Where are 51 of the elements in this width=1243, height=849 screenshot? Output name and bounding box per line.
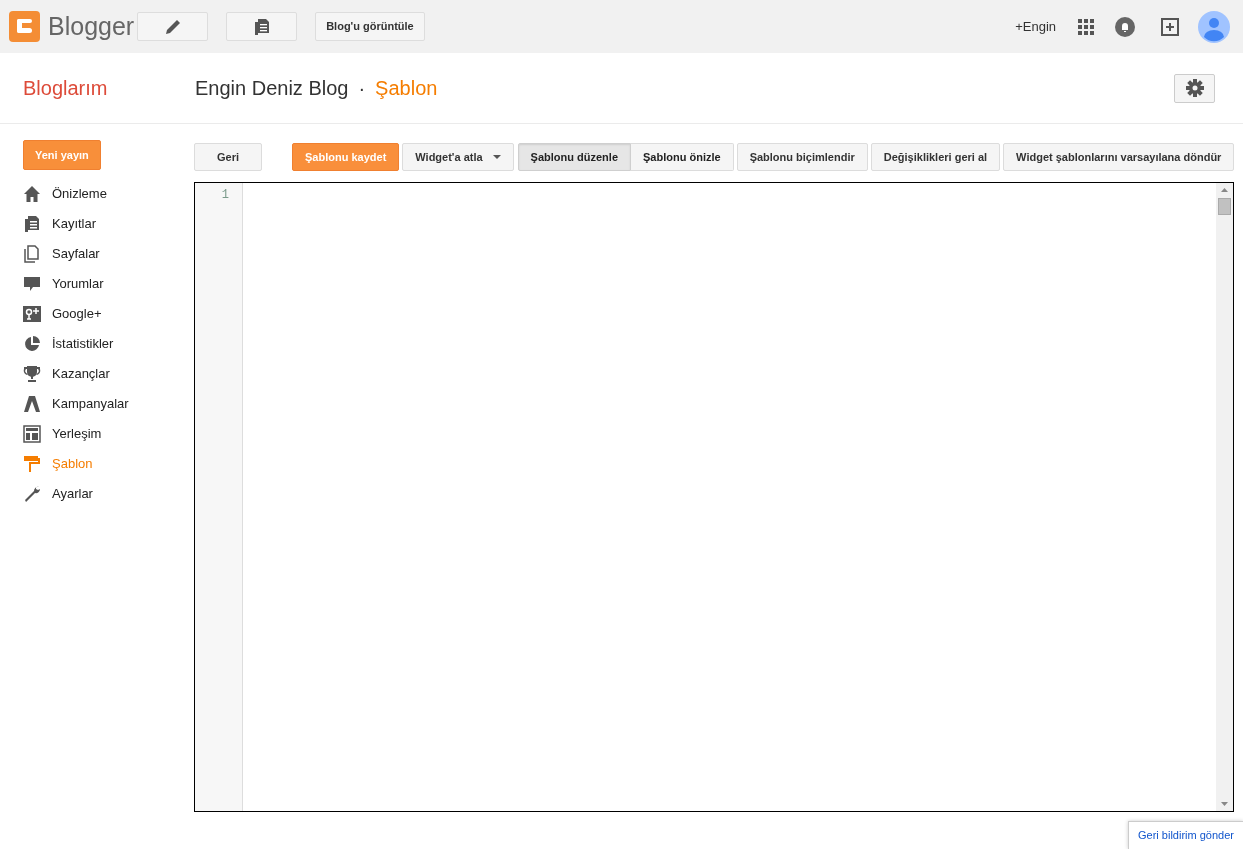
toolbar-button[interactable]: Değişiklikleri geri al xyxy=(870,143,1001,171)
account-link[interactable]: +Engin xyxy=(1015,16,1056,37)
scroll-down-arrow-icon xyxy=(1221,802,1229,806)
sidebar-item[interactable]: Sayfalar xyxy=(23,239,194,269)
mode-tab[interactable]: Şablonu önizle xyxy=(631,143,734,171)
avatar-icon[interactable] xyxy=(1198,10,1230,43)
scrollbar-thumb[interactable] xyxy=(1218,198,1232,215)
scroll-up-arrow-icon xyxy=(1221,188,1229,192)
feedback-button[interactable]: Geri bildirim gönder xyxy=(1128,821,1243,849)
document-icon xyxy=(23,215,41,233)
blog-title: Engin Deniz Blog xyxy=(195,76,349,101)
new-post-button[interactable] xyxy=(137,12,209,41)
line-number: 1 xyxy=(221,188,229,202)
view-blog-button[interactable]: Blog'u görüntüle xyxy=(315,12,425,41)
posts-button[interactable] xyxy=(226,12,298,41)
toolbar-button[interactable]: Şablonu biçimlendir xyxy=(736,143,868,171)
sidebar-item[interactable]: Kayıtlar xyxy=(23,209,194,239)
speech-bubble-icon xyxy=(23,275,41,293)
road-icon xyxy=(23,395,41,413)
sidebar-item[interactable]: Kazançlar xyxy=(23,359,194,389)
sidebar-item[interactable]: Ayarlar xyxy=(23,479,194,509)
breadcrumb-separator: · xyxy=(358,76,366,101)
layout-icon xyxy=(23,425,41,443)
google-plus-icon xyxy=(23,305,41,323)
sidebar-item[interactable]: Önizleme xyxy=(23,179,194,209)
jump-to-widget-dropdown[interactable]: Widget'a atla xyxy=(402,143,514,171)
bell-icon[interactable] xyxy=(1115,16,1135,37)
add-box-icon[interactable] xyxy=(1160,16,1180,37)
brand-name[interactable]: Blogger xyxy=(48,14,135,39)
settings-icon xyxy=(1185,79,1204,97)
paint-roller-icon xyxy=(23,455,41,473)
toolbar-button[interactable]: Geri xyxy=(194,143,262,171)
pages-icon xyxy=(23,245,41,263)
mode-tab[interactable]: Şablonu düzenle xyxy=(517,143,631,171)
page-title: Şablon xyxy=(375,76,438,101)
settings-button[interactable] xyxy=(1174,73,1215,103)
wrench-icon xyxy=(23,485,41,503)
sidebar-item[interactable]: İstatistikler xyxy=(23,329,194,359)
sidebar-item[interactable]: Yorumlar xyxy=(23,269,194,299)
document-icon xyxy=(253,18,270,35)
trophy-icon xyxy=(23,365,41,383)
sidebar-item[interactable]: Kampanyalar xyxy=(23,389,194,419)
pencil-icon xyxy=(164,18,181,35)
sidebar-item[interactable]: Google+ xyxy=(23,299,194,329)
pie-chart-icon xyxy=(23,335,41,353)
sidebar-item[interactable]: Yerleşim xyxy=(23,419,194,449)
toolbar-button[interactable]: Widget şablonlarını varsayılana döndür xyxy=(1003,143,1235,171)
house-icon xyxy=(23,185,41,203)
apps-grid-icon[interactable] xyxy=(1078,18,1094,35)
caret-icon xyxy=(492,155,501,159)
my-blogs-link[interactable]: Bloglarım xyxy=(23,73,195,103)
